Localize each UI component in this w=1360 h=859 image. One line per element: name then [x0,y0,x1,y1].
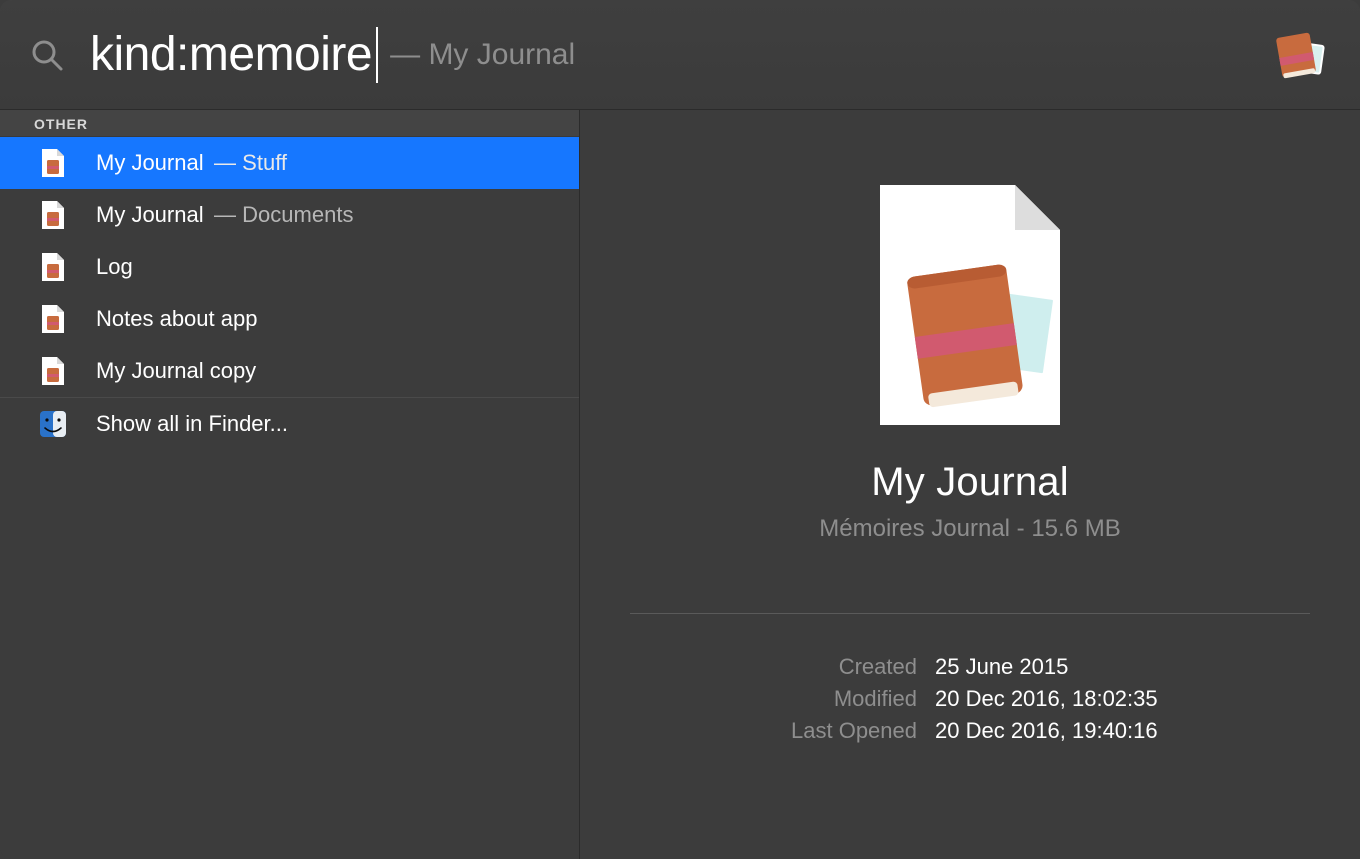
result-item-my-journal-stuff[interactable]: My Journal — Stuff [0,137,579,189]
memoires-doc-icon [40,200,66,230]
preview-subtitle: Mémoires Journal - 15.6 MB [819,515,1120,543]
result-label: My Journal [96,202,204,227]
section-header-other: OTHER [0,110,579,137]
show-all-in-finder[interactable]: Show all in Finder... [0,398,579,450]
result-sublabel: — Documents [214,202,353,227]
search-icon [30,38,90,72]
meta-val-last-opened: 20 Dec 2016, 19:40:16 [935,718,1315,744]
memoires-doc-icon [40,356,66,386]
show-all-label: Show all in Finder... [96,411,288,437]
memoires-app-icon [1274,30,1330,80]
finder-icon [40,409,66,439]
memoires-doc-icon [40,148,66,178]
meta-key-modified: Modified [625,686,935,712]
preview-pane: My Journal Mémoires Journal - 15.6 MB Cr… [580,110,1360,859]
preview-document-icon [870,180,1070,430]
result-item-my-journal-documents[interactable]: My Journal — Documents [0,189,579,241]
search-autocomplete-hint: — My Journal [390,38,575,72]
result-item-my-journal-copy[interactable]: My Journal copy [0,345,579,397]
search-query-text[interactable]: kind:memoire [90,27,372,82]
result-label: Notes about app [96,306,257,332]
result-item-log[interactable]: Log [0,241,579,293]
text-cursor [376,27,378,83]
content-body: OTHER My Journal — Stuff [0,110,1360,859]
result-label: Log [96,254,133,280]
result-label: My Journal copy [96,358,256,384]
metadata-table: Created 25 June 2015 Modified 20 Dec 201… [625,654,1315,744]
search-bar[interactable]: kind:memoire — My Journal [0,0,1360,110]
result-label: My Journal [96,150,204,175]
metadata-separator [630,613,1310,614]
preview-title: My Journal [871,460,1069,505]
meta-val-created: 25 June 2015 [935,654,1315,680]
memoires-doc-icon [40,252,66,282]
meta-key-last-opened: Last Opened [625,718,935,744]
meta-val-modified: 20 Dec 2016, 18:02:35 [935,686,1315,712]
result-sublabel: — Stuff [214,150,287,175]
results-pane: OTHER My Journal — Stuff [0,110,580,859]
meta-key-created: Created [625,654,935,680]
memoires-doc-icon [40,304,66,334]
result-item-notes-about-app[interactable]: Notes about app [0,293,579,345]
spotlight-window: kind:memoire — My Journal OTHER [0,0,1360,859]
